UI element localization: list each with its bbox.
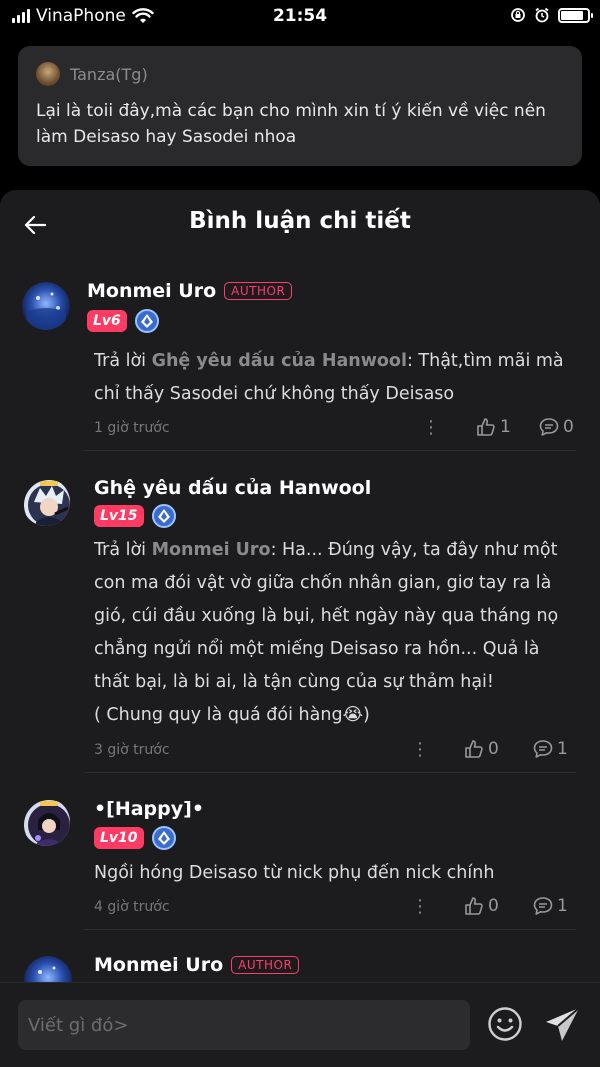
tier-icon [151,504,176,528]
sheet-header: Bình luận chi tiết [0,190,600,258]
comment-header: Monmei Uro AUTHOR [87,280,293,302]
comment-text: Ngồi hóng Deisaso từ nick phụ đến nick c… [94,857,574,890]
author-badge: AUTHOR [231,956,300,974]
reply-button[interactable]: 1 [533,739,568,759]
avatar[interactable] [22,282,70,330]
like-count: 1 [500,417,511,437]
like-count: 0 [488,739,499,759]
reply-button[interactable]: 1 [533,896,568,916]
alarm-icon [535,7,549,23]
avatar[interactable] [22,478,70,526]
page-title: Bình luận chi tiết [189,208,411,234]
comment-meta: 1 giờ trước [94,420,170,436]
more-icon[interactable]: ⋮ [411,739,429,760]
like-button[interactable]: 0 [464,739,499,759]
tier-icon [134,309,159,333]
reply-prefix: Trả lời [94,540,152,560]
comment-detail-sheet: Bình luận chi tiết Monmei Uro AUTHOR Lv6… [0,190,600,1067]
comment-time: 4 giờ trước [94,899,170,915]
comment-body: Ngồi hóng Deisaso từ nick phụ đến nick c… [94,863,495,883]
quoted-author-row: Tanza(Tg) [36,62,564,86]
tier-icon [151,826,176,850]
like-button[interactable]: 0 [464,896,499,916]
reply-to-name[interactable]: Ghệ yêu dấu của Hanwool [152,351,407,371]
like-icon [465,897,483,915]
reply-to-name[interactable]: Monmei Uro [152,540,271,560]
comment-header: Ghệ yêu dấu của Hanwool [94,477,371,499]
avatar[interactable] [22,798,70,846]
comment-text: Trả lời Ghệ yêu dấu của Hanwool: Thật,tì… [94,345,574,411]
comment-text: Trả lời Monmei Uro: Ha... Đúng vậy, ta đ… [94,534,574,732]
more-icon[interactable]: ⋮ [422,417,440,438]
comment-icon [533,897,553,915]
level-badge: Lv15 [94,505,144,527]
comment-icon [533,740,553,758]
divider [84,772,576,773]
like-icon [465,740,483,758]
reply-count: 1 [557,896,568,916]
comment-header: •[Happy]• [94,798,204,820]
more-icon[interactable]: ⋮ [411,896,429,917]
like-icon [477,418,495,436]
comment-input[interactable]: Viết gì đó> [18,1000,470,1050]
quoted-author-avatar [36,62,60,86]
send-icon [546,1007,580,1041]
commenter-name[interactable]: •[Happy]• [94,798,204,820]
comment-body: : Ha... Đúng vậy, ta đây như một con ma … [94,540,559,692]
comment-time: 3 giờ trước [94,742,170,758]
quoted-post-text: Lại là toii đây,mà các bạn cho mình xin … [36,101,546,147]
reply-button[interactable]: 0 [539,417,574,437]
reply-count: 1 [557,739,568,759]
commenter-name[interactable]: Monmei Uro [87,280,216,302]
reply-prefix: Trả lời [94,351,152,371]
comment-header: Monmei Uro AUTHOR [94,954,300,976]
comment-meta: 4 giờ trước [94,899,170,915]
comment-time: 1 giờ trước [94,420,170,436]
comment-meta: 3 giờ trước [94,742,170,758]
status-bar: VinaPhone 21:54 [0,0,600,34]
user-badges: Lv15 [94,504,176,528]
comment-input-bar: Viết gì đó> [0,982,600,1067]
lock-rotation-icon [511,8,525,22]
battery-icon [558,7,593,23]
emoji-icon [488,1007,522,1041]
quoted-author-name: Tanza(Tg) [70,64,148,84]
author-badge: AUTHOR [224,282,293,300]
level-badge: Lv6 [87,310,127,332]
divider [84,450,576,451]
comment-body-extra: ( Chung quy là quá đói hàng😭) [94,705,370,725]
commenter-name[interactable]: Monmei Uro [94,954,223,976]
user-badges: Lv10 [94,826,176,850]
send-button[interactable] [543,1004,583,1048]
quoted-post[interactable]: Tanza(Tg) Lại là toii đây,mà các bạn cho… [18,46,582,166]
level-badge: Lv10 [94,827,144,849]
divider [84,929,576,930]
reply-count: 0 [563,417,574,437]
like-count: 0 [488,896,499,916]
comment-icon [539,418,559,436]
user-badges: Lv6 [87,309,159,333]
status-right [510,7,593,23]
emoji-button[interactable] [487,1006,523,1046]
commenter-name[interactable]: Ghệ yêu dấu của Hanwool [94,477,371,499]
like-button[interactable]: 1 [476,417,511,437]
